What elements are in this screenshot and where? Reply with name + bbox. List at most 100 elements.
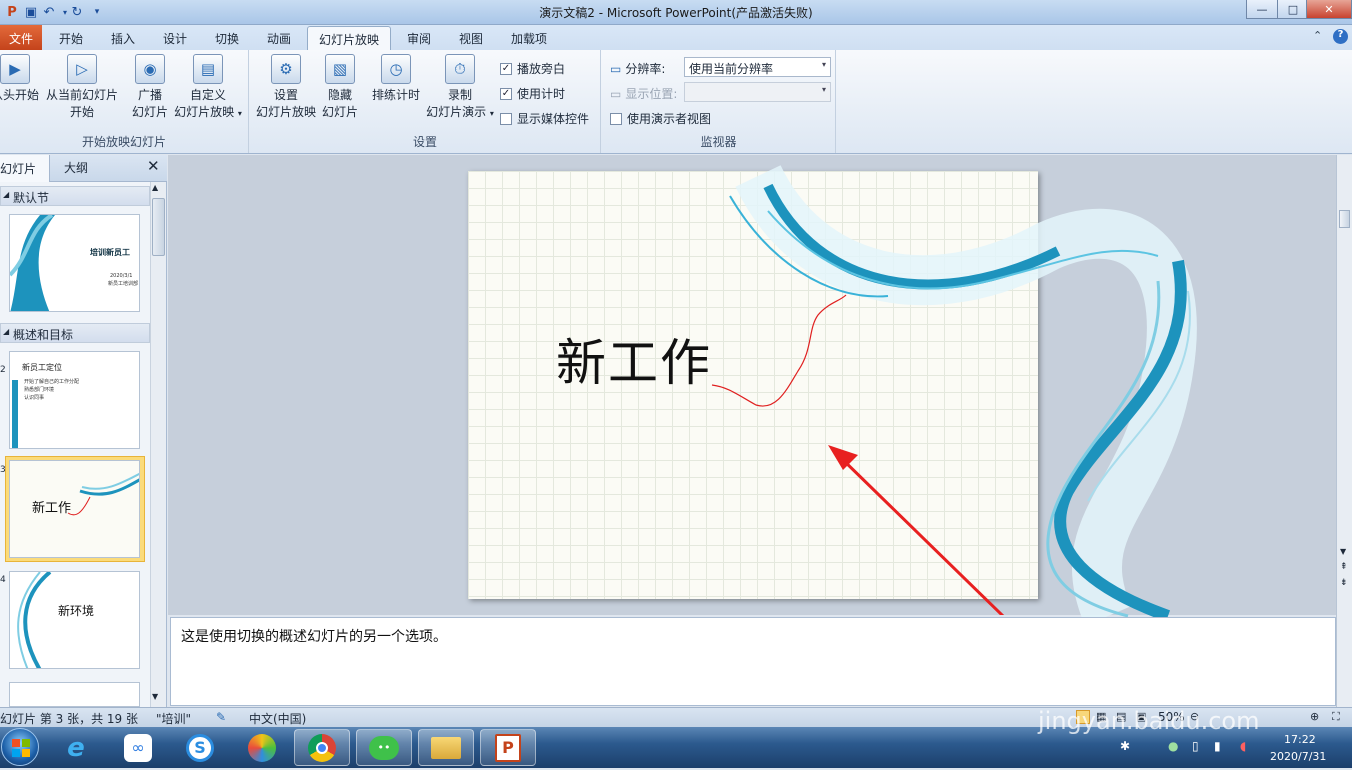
group-start-slideshow: ▶ 从头开始 ▷ 从当前幻灯片 开始 ◉ 广播 幻灯片 ▤ 自定义 幻灯片放映 … — [0, 50, 249, 153]
wechat-tray-icon[interactable]: ● — [1168, 739, 1178, 753]
start-button[interactable] — [1, 728, 39, 766]
custom-show-icon: ▤ — [193, 54, 223, 84]
tab-view[interactable]: 视图 — [452, 28, 490, 50]
slide-number: 3 — [0, 465, 6, 475]
checkmark-icon: ✓ — [500, 87, 512, 100]
group-setup: ⚙ 设置 幻灯片放映 ▧ 隐藏 幻灯片 ◷ 排练计时 ⏱ 录制 幻灯片演示 ▾ … — [250, 50, 601, 153]
windows-logo-icon — [12, 739, 30, 757]
watermark-logo: Bai du 经验 — [1038, 656, 1316, 707]
tab-design[interactable]: 设计 — [156, 28, 194, 50]
tab-insert[interactable]: 插入 — [104, 28, 142, 50]
tray-icon[interactable]: ▯ — [1192, 739, 1199, 753]
section-header[interactable]: ◢ 概述和目标 — [0, 323, 150, 343]
broadcast-button[interactable]: ◉ 广播 幻灯片 — [128, 54, 172, 121]
scroll-thumb[interactable] — [152, 198, 165, 256]
slide-thumbnail-current[interactable]: 新工作 — [9, 460, 140, 558]
show-media-controls-checkbox[interactable]: 显示媒体控件 — [500, 110, 589, 127]
tab-file[interactable]: 文件 — [0, 25, 42, 50]
next-slide-icon[interactable]: ⇟ — [1340, 579, 1348, 588]
slide-number: 4 — [0, 575, 6, 585]
chevron-down-icon: ▾ — [821, 85, 826, 94]
tab-slides[interactable]: 幻灯片 — [0, 155, 50, 182]
scroll-up-icon[interactable]: ▲ — [152, 183, 158, 192]
clock-date[interactable]: 2020/7/31 — [1270, 750, 1326, 763]
sogou-icon[interactable]: S — [172, 729, 228, 766]
rehearse-timings-button[interactable]: ◷ 排练计时 — [368, 54, 424, 104]
title-bar: P ▣ ↶ ▾ ↻ ▾ 演示文稿2 - Microsoft PowerPoint… — [0, 0, 1352, 25]
slide-title[interactable]: 新工作 — [556, 323, 712, 395]
collapse-triangle-icon: ◢ — [3, 327, 10, 336]
bluetooth-icon[interactable]: ✱ — [1120, 739, 1130, 753]
wave-decoration — [711, 164, 1197, 626]
group-label-start: 开始放映幻灯片 — [81, 135, 166, 149]
chrome-icon[interactable] — [294, 729, 350, 766]
slides-pane: 幻灯片 大纲 ✕ ◢ 默认节 培训新员工 2020/3/1 新员工培训部 ◢ 概… — [0, 155, 167, 707]
maximize-button[interactable]: □ — [1277, 0, 1309, 19]
scroll-thumb[interactable] — [1339, 210, 1350, 228]
show-on-dropdown[interactable]: ▾ — [684, 82, 831, 102]
360-browser-icon[interactable] — [234, 729, 290, 766]
wechat-icon[interactable]: •• — [356, 729, 412, 766]
baidu-watermark: Bai du 经验 jingyan.baidu.com — [1038, 615, 1338, 735]
slide-thumbnail[interactable]: 新环境 — [9, 571, 140, 669]
checkmark-icon: ✓ — [500, 62, 512, 75]
chevron-down-icon: ▾ — [489, 109, 494, 118]
current-slide[interactable]: 新工作 — [468, 164, 1197, 626]
slide-number: 2 — [0, 365, 6, 375]
minimize-button[interactable]: — — [1246, 0, 1278, 19]
slide-play-icon: ▷ — [67, 54, 97, 84]
notes-text[interactable]: 这是使用切换的概述幻灯片的另一个选项。 — [181, 626, 447, 646]
slide-scrollbar[interactable]: ▼ ⇞ ⇟ — [1336, 155, 1352, 707]
language-status[interactable]: 中文(中国) — [249, 710, 306, 727]
resolution-dropdown[interactable]: 使用当前分辨率 ▾ — [684, 57, 831, 77]
file-explorer-icon[interactable] — [418, 729, 474, 766]
network-icon[interactable]: ▮ — [1214, 739, 1221, 753]
previous-slide-icon[interactable]: ⇞ — [1340, 563, 1348, 572]
hide-slide-button[interactable]: ▧ 隐藏 幻灯片 — [320, 54, 360, 121]
thumbnail-scrollbar[interactable]: ▲ ▼ — [150, 182, 166, 707]
use-timings-checkbox[interactable]: ✓ 使用计时 — [500, 85, 565, 102]
from-beginning-button[interactable]: ▶ 从头开始 — [0, 54, 42, 104]
theme-status: "培训" — [156, 712, 192, 726]
tab-animations[interactable]: 动画 — [260, 28, 298, 50]
slide-count-status: 幻灯片 第 3 张，共 19 张 — [0, 712, 138, 726]
help-icon[interactable]: ? — [1333, 29, 1348, 44]
tab-home[interactable]: 开始 — [52, 28, 90, 50]
record-slideshow-button[interactable]: ⏱ 录制 幻灯片演示 ▾ — [424, 54, 496, 122]
slide-thumbnail[interactable] — [9, 682, 140, 707]
watermark-url: jingyan.baidu.com — [1038, 707, 1260, 735]
spellcheck-icon[interactable]: ✎ — [216, 710, 226, 724]
wave-decoration — [10, 215, 55, 311]
presenter-view-checkbox[interactable]: 使用演示者视图 — [610, 110, 711, 127]
volume-muted-icon[interactable]: ◖ — [1240, 739, 1246, 753]
group-monitors: ▭ 分辨率: 使用当前分辨率 ▾ ▭ 显示位置: ▾ 使用演示者视图 监视器 — [602, 50, 836, 153]
monitor-icon: ▭ — [610, 86, 622, 101]
group-label-setup: 设置 — [412, 135, 437, 149]
section-header[interactable]: ◢ 默认节 — [0, 186, 150, 206]
tab-review[interactable]: 审阅 — [400, 28, 438, 50]
slide-thumbnail[interactable]: 培训新员工 2020/3/1 新员工培训部 — [9, 214, 140, 312]
play-narration-checkbox[interactable]: ✓ 播放旁白 — [500, 60, 565, 77]
close-pane-icon[interactable]: ✕ — [147, 157, 160, 175]
from-current-slide-button[interactable]: ▷ 从当前幻灯片 开始 — [44, 54, 120, 121]
setup-slideshow-button[interactable]: ⚙ 设置 幻灯片放映 — [254, 54, 318, 121]
baidu-netdisk-icon[interactable]: ∞ — [110, 729, 166, 766]
collapse-triangle-icon: ◢ — [3, 190, 10, 199]
slide-thumbnail[interactable]: 新员工定位 开始了解自己的工作分配 熟悉部门环境 认识同事 — [9, 351, 140, 449]
play-icon: ▶ — [0, 54, 30, 84]
chevron-down-icon: ▾ — [821, 60, 826, 69]
wave-decoration — [17, 572, 52, 668]
ribbon-tabs: 文件 开始 插入 设计 切换 动画 幻灯片放映 审阅 视图 加载项 ⌃ ? — [0, 25, 1352, 51]
scroll-down-icon[interactable]: ▼ — [1340, 547, 1346, 556]
custom-slideshow-button[interactable]: ▤ 自定义 幻灯片放映 ▾ — [172, 54, 244, 122]
tab-transitions[interactable]: 切换 — [208, 28, 246, 50]
close-button[interactable]: ✕ — [1306, 0, 1352, 19]
tab-outline[interactable]: 大纲 — [64, 159, 88, 176]
scroll-down-icon[interactable]: ▼ — [152, 692, 158, 701]
tab-slideshow[interactable]: 幻灯片放映 — [307, 26, 391, 51]
wave-decoration — [67, 472, 139, 516]
ie-icon[interactable]: e — [48, 729, 104, 766]
tab-addins[interactable]: 加载项 — [504, 28, 554, 50]
powerpoint-taskbar-icon[interactable]: P — [480, 729, 536, 766]
collapse-ribbon-icon[interactable]: ⌃ — [1313, 29, 1322, 42]
